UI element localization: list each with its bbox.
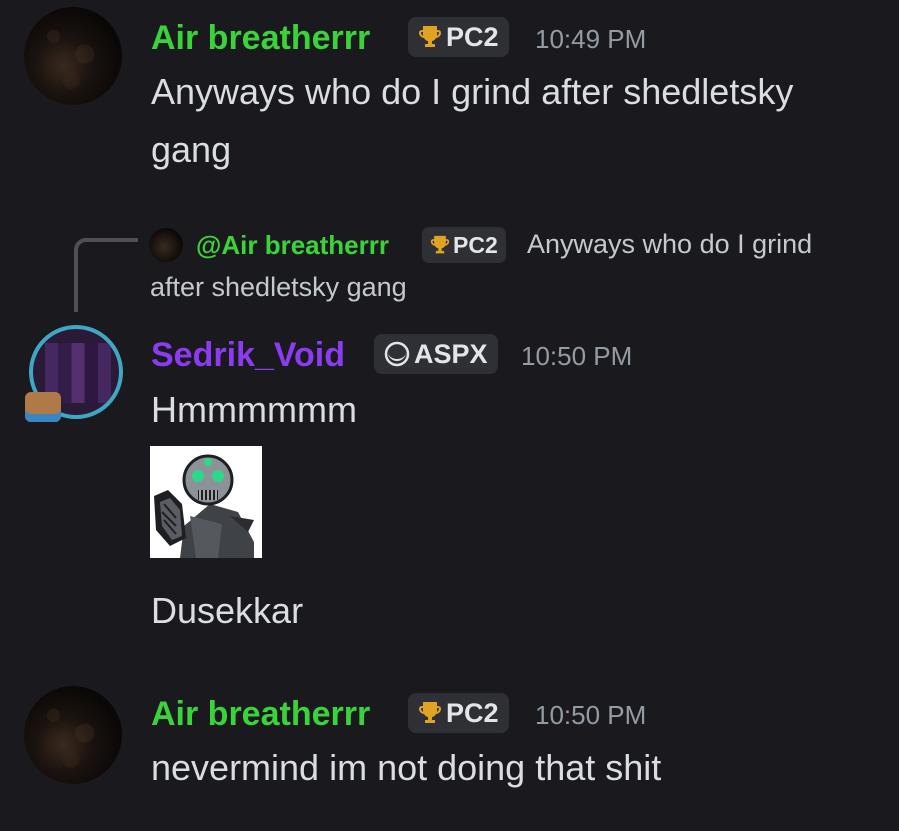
avatar-decoration [25,392,61,422]
role-badge[interactable]: PC2 [408,693,509,733]
reply-preview-text[interactable]: after shedletsky gang [150,274,407,301]
author-name[interactable]: Sedrik_Void [151,338,345,372]
reply-role-badge[interactable]: PC2 [422,227,506,263]
author-name[interactable]: Air breatherrr [151,697,370,731]
message-text: gang [151,129,232,170]
sticker-image[interactable] [150,446,262,558]
reply-avatar[interactable] [149,228,183,262]
author-name[interactable]: Air breatherrr [151,21,370,55]
message-text: Hmmmmmm [151,389,357,430]
message-text: Dusekkar [151,590,304,631]
timestamp[interactable]: 10:49 PM [535,26,646,52]
message-text: nevermind im not doing that shit [151,747,662,788]
badge-label: PC2 [446,21,499,52]
timestamp[interactable]: 10:50 PM [535,702,646,728]
trophy-icon [418,700,442,726]
reply-connector [74,238,138,312]
avatar[interactable] [24,7,122,105]
sticker-character-icon [150,446,262,558]
role-badge[interactable]: ASPX [374,334,498,374]
badge-label: PC2 [446,697,499,728]
timestamp[interactable]: 10:50 PM [521,343,632,369]
trophy-icon [430,234,450,256]
badge-label: PC2 [453,231,498,258]
avatar[interactable] [24,686,122,784]
moon-icon [384,341,410,367]
message-text: Anyways who do I grind after shedletsky [151,71,794,112]
trophy-icon [418,24,442,50]
chat-log: Air breatherrr PC2 10:49 PM Anyways who … [0,0,899,831]
reply-mention[interactable]: @Air breatherrr [196,232,389,258]
reply-preview-text[interactable]: Anyways who do I grind [527,231,812,258]
badge-label: ASPX [414,338,488,369]
role-badge[interactable]: PC2 [408,17,509,57]
